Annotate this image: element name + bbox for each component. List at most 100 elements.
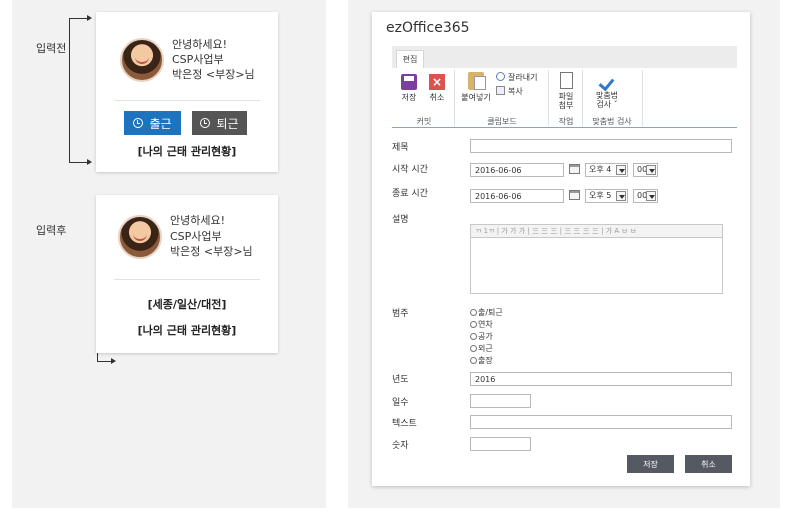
- save-icon: [401, 74, 417, 90]
- ribbon-separator: [642, 70, 643, 126]
- bracket-before: [69, 18, 70, 162]
- ribbon-attach-label-2: 첨부: [558, 101, 574, 110]
- ribbon-separator: [548, 70, 549, 126]
- user-name-text: 박은정 <부장>님: [172, 68, 255, 81]
- radio-icon[interactable]: [470, 321, 477, 328]
- arrow-icon: [87, 15, 92, 21]
- category-option-label: 출/퇴근: [478, 308, 503, 317]
- cancel-button[interactable]: 취소: [685, 455, 732, 473]
- category-label: 범주: [392, 309, 409, 319]
- start-time-label: 시작 시간: [392, 165, 428, 175]
- ribbon-tab-bar: 편집: [392, 46, 737, 68]
- radio-icon[interactable]: [470, 357, 477, 364]
- ribbon-cancel-label: 취소: [429, 93, 445, 102]
- ribbon-spellcheck-button[interactable]: 맞춤법 검사 ˇ: [588, 72, 626, 109]
- text-input[interactable]: [470, 415, 732, 429]
- chevron-down-icon: [646, 165, 656, 175]
- user-name-text: 박은정 <부장>님: [170, 245, 253, 258]
- ribbon-group-clipboard: 클립보드: [487, 117, 517, 126]
- user-card-before: 안녕하세요! CSP사업부 박은정 <부장>님 출근 퇴근 [나의 근태 관리현…: [96, 12, 278, 172]
- avatar: [118, 215, 162, 259]
- ribbon-save-button[interactable]: 저장: [398, 74, 420, 102]
- greeting-text: 안녕하세요!: [170, 214, 226, 227]
- file-icon: [559, 72, 573, 89]
- ribbon-save-label: 저장: [401, 93, 417, 102]
- chevron-down-icon: [616, 165, 626, 175]
- avatar: [120, 38, 164, 82]
- ribbon-separator: [582, 70, 583, 126]
- user-card-after: 안녕하세요! CSP사업부 박은정 <부장>님 [세종/일산/대전] [나의 근…: [96, 195, 278, 353]
- category-option[interactable]: 공가: [470, 331, 493, 342]
- spellcheck-icon: [598, 72, 616, 88]
- clock-icon: [133, 118, 144, 128]
- divider: [114, 100, 260, 101]
- ribbon-paste-label: 붙여넣기: [461, 93, 491, 102]
- category-option[interactable]: 연차: [470, 319, 493, 330]
- clock-out-button[interactable]: 퇴근: [192, 111, 247, 135]
- arrow-icon: [111, 358, 116, 364]
- bracket-after-bottom: [97, 361, 111, 362]
- year-input[interactable]: [470, 372, 732, 386]
- ribbon-separator: [454, 70, 455, 126]
- page-root: 입력전 안녕하세요! CSP사업부 박은정 <부장>님 출근 퇴근 [나의 근태…: [0, 0, 800, 520]
- end-minute-select[interactable]: 00: [633, 189, 658, 203]
- ribbon-attach-button[interactable]: 파일 첨부: [552, 72, 580, 110]
- start-minute-select[interactable]: 00: [633, 163, 658, 177]
- copy-icon: [496, 86, 505, 95]
- end-hour-value: 오후 5: [589, 191, 612, 200]
- category-option[interactable]: 외근: [470, 343, 493, 354]
- ribbon-spell-label-2: 검사 ˇ: [596, 100, 618, 109]
- ribbon-copy-button[interactable]: 복사: [496, 86, 523, 96]
- ribbon-cut-button[interactable]: 잘라내기: [496, 72, 537, 82]
- rich-text-toolbar[interactable]: ㄲ 1ㄲ | 가 가 가 | 三 三 三 | 三 三 三 三 | 가 A ㅂ ㅂ: [470, 224, 723, 238]
- radio-icon[interactable]: [470, 309, 477, 316]
- ribbon-spell-label-1: 맞춤법: [595, 91, 619, 100]
- category-option[interactable]: 출/퇴근: [470, 307, 503, 318]
- category-option-label: 공가: [478, 332, 493, 341]
- attendance-link[interactable]: [나의 근태 관리현황]: [96, 143, 278, 159]
- greeting-text: 안녕하세요!: [172, 38, 228, 51]
- scissors-icon: [496, 72, 505, 81]
- chevron-down-icon: [646, 191, 656, 201]
- text-label: 텍스트: [392, 419, 417, 429]
- days-input[interactable]: [470, 394, 531, 408]
- year-label: 년도: [392, 375, 409, 385]
- save-button[interactable]: 저장: [627, 455, 674, 473]
- divider: [114, 279, 260, 280]
- tab-edit[interactable]: 편집: [396, 50, 424, 68]
- bracket-before-bottom: [69, 162, 87, 163]
- attendance-link[interactable]: [나의 근태 관리현황]: [96, 322, 278, 338]
- ribbon-paste-button[interactable]: 붙여넣기: [458, 72, 494, 102]
- ribbon-group-spell: 맞춤법 검사: [592, 117, 632, 126]
- end-date-input[interactable]: [470, 189, 564, 203]
- end-hour-select[interactable]: 오후 5: [585, 189, 628, 203]
- number-input[interactable]: [470, 437, 531, 451]
- calendar-icon[interactable]: [569, 164, 580, 174]
- title-input[interactable]: [470, 139, 732, 153]
- days-label: 일수: [392, 398, 409, 408]
- description-editor[interactable]: [470, 238, 723, 294]
- clock-in-button[interactable]: 출근: [124, 111, 181, 135]
- dialog-title: ezOffice365: [386, 20, 470, 36]
- before-label: 입력전: [36, 42, 67, 55]
- category-option-label: 출장: [478, 356, 493, 365]
- start-date-input[interactable]: [470, 163, 564, 177]
- category-option-label: 외근: [478, 344, 493, 353]
- radio-icon[interactable]: [470, 345, 477, 352]
- department-text: CSP사업부: [170, 230, 222, 243]
- chevron-down-icon: [616, 191, 626, 201]
- clock-icon: [200, 118, 211, 128]
- arrow-icon: [87, 159, 92, 165]
- radio-icon[interactable]: [470, 333, 477, 340]
- ribbon-cancel-button[interactable]: × 취소: [426, 74, 448, 102]
- close-icon: ×: [429, 74, 445, 90]
- number-label: 숫자: [392, 441, 409, 451]
- ribbon-cut-label: 잘라내기: [508, 73, 538, 82]
- calendar-icon[interactable]: [569, 190, 580, 200]
- ribbon-copy-label: 복사: [508, 87, 523, 96]
- clock-in-label: 출근: [149, 116, 172, 131]
- title-label: 제목: [392, 143, 409, 153]
- category-option[interactable]: 출장: [470, 355, 493, 366]
- after-label: 입력후: [36, 224, 67, 237]
- start-hour-select[interactable]: 오후 4: [585, 163, 628, 177]
